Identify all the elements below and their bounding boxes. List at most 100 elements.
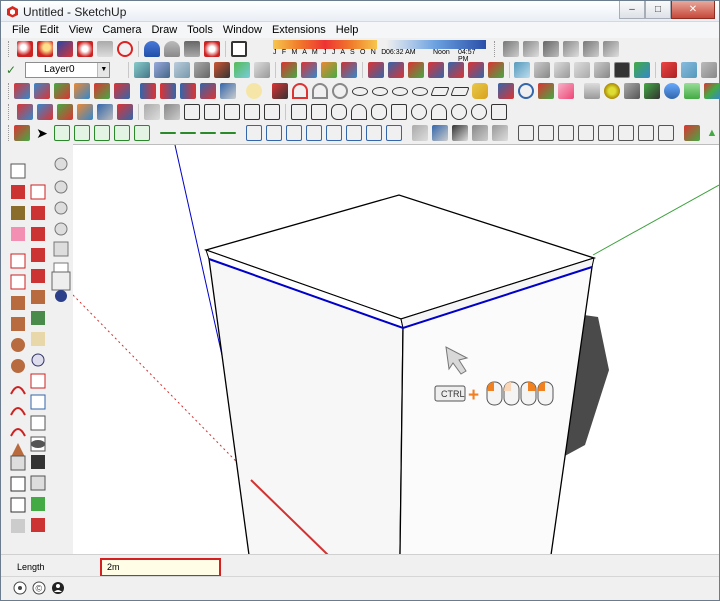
house-icon-3[interactable] [224, 104, 240, 120]
freehand-icon[interactable] [246, 83, 262, 99]
modeling-viewport[interactable]: CTRL + [72, 144, 719, 556]
primitive-dome-icon[interactable] [431, 104, 447, 120]
maximize-button[interactable]: □ [645, 1, 671, 19]
measure-icon[interactable] [604, 83, 620, 99]
rotate-axis-icon[interactable] [200, 83, 216, 99]
sandbox-tool-icon-2[interactable] [300, 62, 317, 78]
scale-axis-icon[interactable] [220, 83, 236, 99]
box-blue-icon-5[interactable] [326, 125, 342, 141]
table-grid-icon-4[interactable] [578, 125, 594, 141]
flip-icon-1[interactable] [140, 83, 156, 99]
cut-icon[interactable] [57, 41, 73, 57]
axes-blue-icon[interactable] [34, 83, 50, 99]
paste-icon[interactable] [97, 41, 113, 57]
axes-mixed-icon[interactable] [94, 83, 110, 99]
menu-window[interactable]: Window [218, 24, 267, 36]
house-icon-4[interactable] [244, 104, 260, 120]
box-blue-icon-1[interactable] [246, 125, 262, 141]
primitive-torus-icon[interactable] [451, 104, 467, 120]
menu-tools[interactable]: Tools [182, 24, 218, 36]
solid-tool-icon-6[interactable] [467, 62, 484, 78]
pencil-icon[interactable] [272, 83, 288, 99]
primitive-cone-icon[interactable] [351, 104, 367, 120]
grid-view-icon-2[interactable] [432, 125, 448, 141]
style-xray-icon[interactable] [134, 62, 151, 78]
view-icon-4[interactable] [574, 62, 591, 78]
model-info-icon[interactable] [204, 41, 220, 57]
component-icon-6[interactable] [603, 41, 619, 57]
box-blue-icon-3[interactable] [286, 125, 302, 141]
box-blue-icon-8[interactable] [386, 125, 402, 141]
sandbox-tool-icon-1[interactable] [280, 62, 297, 78]
axes-orange-icon[interactable] [74, 83, 90, 99]
grid-view-icon-1[interactable] [412, 125, 428, 141]
style-hidden-line-icon[interactable] [194, 62, 211, 78]
rgb-icon[interactable] [704, 83, 719, 99]
solid-tool-icon-7[interactable] [487, 62, 504, 78]
primitive-cube-icon[interactable] [291, 104, 307, 120]
style-backedges-icon[interactable] [154, 62, 171, 78]
erase-icon[interactable] [117, 41, 133, 57]
component-icon-5[interactable] [583, 41, 599, 57]
arc-gray-icon[interactable] [312, 83, 328, 99]
menu-draw[interactable]: Draw [146, 24, 182, 36]
menu-extensions[interactable]: Extensions [267, 24, 331, 36]
grid-green-icon-2[interactable] [74, 125, 90, 141]
box-blue-icon-6[interactable] [346, 125, 362, 141]
minimize-button[interactable]: – [619, 1, 645, 19]
menu-camera[interactable]: Camera [97, 24, 146, 36]
credits-icon[interactable]: © [32, 581, 46, 595]
level-icon[interactable] [684, 83, 700, 99]
grid-view-icon-3[interactable] [452, 125, 468, 141]
primitive-hex-icon[interactable] [391, 104, 407, 120]
grid-green-icon-3[interactable] [94, 125, 110, 141]
table-grid-icon-3[interactable] [558, 125, 574, 141]
style-textures-icon[interactable] [234, 62, 251, 78]
solid-tool-icon-1[interactable] [367, 62, 384, 78]
walk-icon[interactable] [664, 83, 680, 99]
grid-view-icon-5[interactable] [492, 125, 508, 141]
menu-file[interactable]: File [7, 24, 35, 36]
measurement-input[interactable]: 2m [100, 558, 221, 577]
add-scene-icon[interactable] [644, 83, 660, 99]
menu-view[interactable]: View [64, 24, 98, 36]
undo-icon[interactable] [144, 41, 160, 57]
solid-tool-icon-2[interactable] [387, 62, 404, 78]
subdivide-icon[interactable] [117, 104, 133, 120]
shadow-settings-strip[interactable]: J F M A M J J A S O N D 06:32 AM Noon 04… [253, 40, 487, 63]
component-icon-4[interactable] [563, 41, 579, 57]
box-blue-icon-4[interactable] [306, 125, 322, 141]
view-icon-3[interactable] [554, 62, 571, 78]
up-arrow-icon[interactable]: ▲ [704, 125, 719, 141]
ruby-icon-1[interactable] [660, 62, 677, 78]
push-pull-green-icon[interactable] [57, 104, 73, 120]
style-shaded-icon[interactable] [214, 62, 231, 78]
ellipse-icon-4[interactable] [412, 86, 428, 96]
warehouse-icon[interactable] [634, 62, 651, 78]
eraser-pink-icon[interactable] [558, 83, 574, 99]
flip-icon-2[interactable] [160, 83, 176, 99]
make-component-icon[interactable] [503, 41, 519, 57]
ruby-icon-2[interactable] [680, 62, 697, 78]
grid-green-icon-4[interactable] [114, 125, 130, 141]
menu-help[interactable]: Help [331, 24, 364, 36]
grid-green-icon-1[interactable] [54, 125, 70, 141]
style-monochrome-icon[interactable] [254, 62, 271, 78]
push-pull-blue-icon[interactable] [37, 104, 53, 120]
layer-dropdown[interactable]: Layer0 ▼ [25, 62, 111, 78]
redo-icon[interactable] [164, 41, 180, 57]
view-icon-2[interactable] [534, 62, 551, 78]
arc-red-icon[interactable] [292, 83, 308, 99]
circle-gray-icon[interactable] [332, 83, 348, 99]
geo-location-icon[interactable] [13, 581, 27, 595]
line-green-icon-2[interactable] [180, 132, 196, 134]
table-grid-icon-1[interactable] [518, 125, 534, 141]
ellipse-icon-1[interactable] [352, 86, 368, 96]
sandbox-tool-icon-3[interactable] [320, 62, 337, 78]
primitive-prism-icon[interactable] [311, 104, 327, 120]
table-grid-icon-7[interactable] [638, 125, 654, 141]
print-icon[interactable] [184, 41, 200, 57]
ruby-icon-3[interactable] [700, 62, 717, 78]
house-icon-5[interactable] [264, 104, 280, 120]
axes-green-icon[interactable] [54, 83, 70, 99]
